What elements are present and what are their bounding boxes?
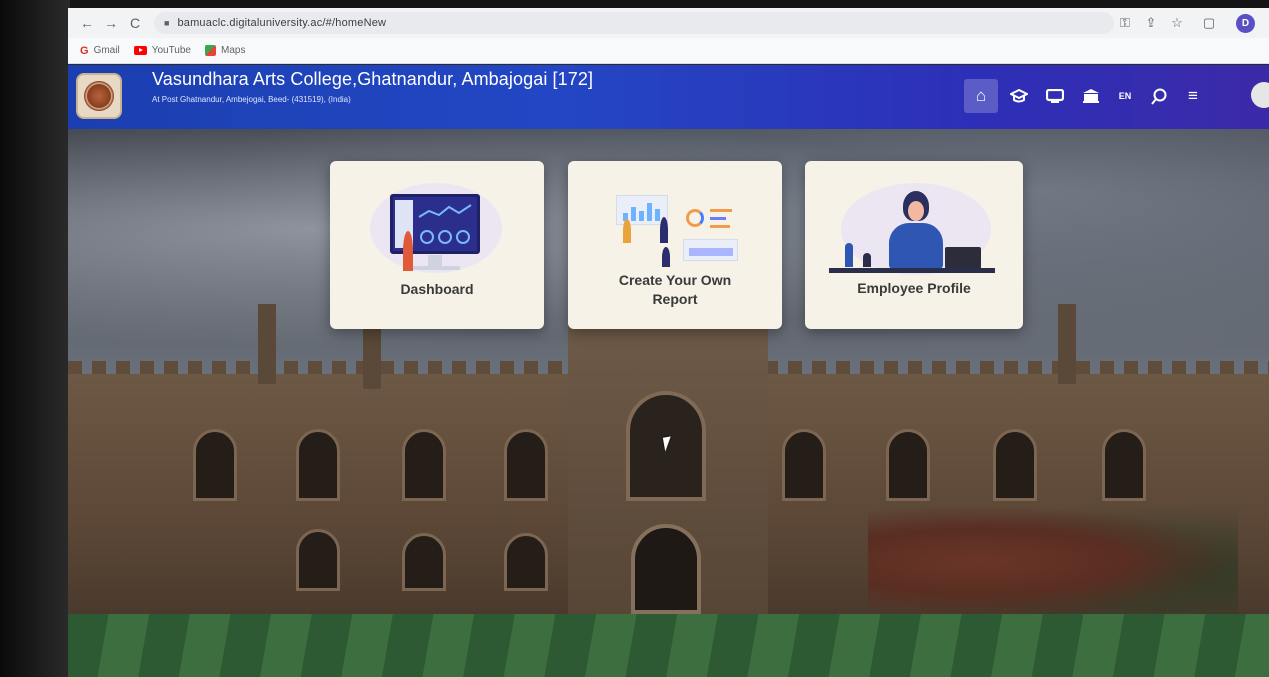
- building-window: [402, 533, 446, 591]
- search-icon[interactable]: [1142, 79, 1176, 113]
- building-window: [193, 429, 237, 501]
- employee-profile-card[interactable]: Employee Profile: [805, 161, 1023, 329]
- building-window: [993, 429, 1037, 501]
- legend-line: [710, 209, 732, 212]
- desk-icon: [829, 268, 995, 273]
- institution-icon[interactable]: [1074, 79, 1108, 113]
- plant-icon: [845, 243, 853, 267]
- legend-line: [710, 217, 726, 220]
- app-header: Vasundhara Arts College,Ghatnandur, Amba…: [68, 65, 1269, 129]
- key-icon[interactable]: ⚿: [1114, 12, 1136, 34]
- ivy-foliage: [868, 504, 1238, 619]
- back-arrow-icon[interactable]: ←: [76, 12, 98, 34]
- laptop-icon: [945, 247, 981, 269]
- legend-line: [710, 225, 730, 228]
- employee-profile-card-label: Employee Profile: [857, 280, 971, 296]
- building-spire: [258, 304, 276, 384]
- sidebar-icon[interactable]: ▢: [1198, 12, 1220, 34]
- bookmark-label: Maps: [220, 45, 246, 56]
- graduation-cap-svg: [1010, 89, 1028, 103]
- bookmark-maps[interactable]: Maps: [204, 45, 246, 56]
- youtube-icon: [133, 46, 147, 55]
- college-logo[interactable]: [76, 73, 122, 119]
- profile-avatar[interactable]: D: [1236, 14, 1255, 33]
- user-avatar[interactable]: [1251, 82, 1269, 108]
- person-figure-icon: [662, 247, 670, 267]
- bookmarks-bar: G Gmail YouTube Maps: [68, 38, 1269, 64]
- lawn: [68, 614, 1269, 677]
- gate-door: [631, 524, 701, 614]
- forward-arrow-icon[interactable]: →: [100, 12, 122, 34]
- share-icon[interactable]: ⇪: [1140, 12, 1162, 34]
- address-bar[interactable]: ■ bamuaclc.digitaluniversity.ac/#/homeNe…: [154, 12, 1114, 34]
- create-report-label-line: Create Your Own Report: [618, 272, 732, 307]
- person-figure-icon: [623, 219, 631, 243]
- building-window: [504, 533, 548, 591]
- building-window: [504, 429, 548, 501]
- building-window: [782, 429, 826, 501]
- bookmark-youtube[interactable]: YouTube: [133, 45, 191, 56]
- browser-window: ← → C ■ bamuaclc.digitaluniversity.ac/#/…: [68, 8, 1269, 677]
- plant-icon: [863, 253, 871, 267]
- url-text: bamuaclc.digitaluniversity.ac/#/homeNew: [177, 17, 387, 29]
- building-window: [886, 429, 930, 501]
- institution-svg: [1083, 89, 1099, 103]
- home-icon[interactable]: ⌂: [964, 79, 998, 113]
- employee-figure-icon: [889, 223, 943, 269]
- star-icon[interactable]: ☆: [1166, 12, 1188, 34]
- maps-icon: [204, 45, 216, 56]
- bookmark-gmail[interactable]: G Gmail: [80, 45, 120, 57]
- menu-icon[interactable]: ≡: [1176, 79, 1210, 113]
- gmail-icon: G: [80, 44, 89, 57]
- monitor-icon[interactable]: [1038, 79, 1072, 113]
- building-spire: [363, 329, 381, 389]
- building-window: [1102, 429, 1146, 501]
- bookmark-label: Gmail: [93, 45, 120, 56]
- building-spire: [1058, 304, 1076, 384]
- bar-chart-icon: [623, 203, 660, 221]
- screen: ← → C ■ bamuaclc.digitaluniversity.ac/#/…: [0, 0, 1269, 677]
- monitor-svg: [1046, 89, 1064, 103]
- building-window: [296, 429, 340, 501]
- monitor-bezel: [0, 0, 70, 677]
- lock-icon: ■: [164, 18, 170, 28]
- dashboard-card[interactable]: Dashboard: [330, 161, 544, 329]
- report-bar: [689, 248, 733, 256]
- college-seal-icon: [84, 81, 114, 111]
- building-window: [402, 429, 446, 501]
- college-name: Vasundhara Arts College,Ghatnandur, Amba…: [152, 69, 594, 89]
- browser-toolbar: ← → C ■ bamuaclc.digitaluniversity.ac/#/…: [68, 8, 1269, 38]
- person-face-icon: [908, 201, 924, 221]
- bookmark-label: YouTube: [151, 45, 191, 56]
- college-address: At Post Ghatnandur, Ambejogai, Beed- (43…: [152, 95, 351, 104]
- building-window: [296, 529, 340, 591]
- pie-chart-icon: [686, 209, 704, 227]
- search-svg: [1150, 88, 1166, 105]
- person-figure-icon: [660, 217, 668, 243]
- create-report-card[interactable]: Create Your Own Report: [568, 161, 782, 329]
- graduation-cap-icon[interactable]: [1002, 79, 1036, 113]
- language-selector[interactable]: EN: [1108, 79, 1142, 113]
- create-report-card-label: Create Your Own Report: [568, 271, 782, 309]
- report-panel-icon: [683, 239, 738, 261]
- person-figure-icon: [403, 231, 413, 271]
- monitor-base: [410, 266, 460, 270]
- reload-icon[interactable]: C: [124, 12, 146, 34]
- dashboard-card-label: Dashboard: [400, 281, 474, 297]
